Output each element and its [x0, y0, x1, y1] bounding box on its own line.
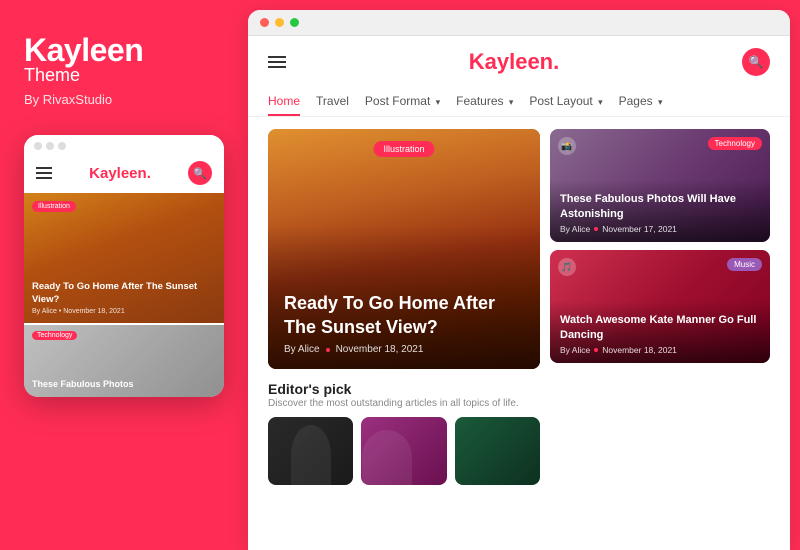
nav-item-post-format[interactable]: Post Format ▾ — [365, 88, 440, 116]
brand-name: Kayleen — [24, 32, 143, 69]
hero-title: Ready To Go Home After The Sunset View? — [284, 292, 524, 339]
editor-card-2-bg — [361, 417, 446, 485]
side-card-1-meta: By Alice November 17, 2021 — [560, 224, 760, 234]
mock-hamburger-icon[interactable] — [36, 167, 52, 179]
mock-window-dots — [24, 135, 224, 157]
right-column: 📸 Technology These Fabulous Photos Will … — [550, 129, 770, 550]
hero-content: Ready To Go Home After The Sunset View? … — [284, 292, 524, 355]
editor-card-2[interactable] — [361, 417, 446, 485]
site-header: Kayleen. 🔍 Home Travel Post Format ▾ Fea… — [248, 36, 790, 117]
site-search-button[interactable]: 🔍 — [742, 48, 770, 76]
site-hamburger-icon[interactable] — [268, 56, 286, 68]
editors-grid — [268, 417, 540, 485]
editor-card-3[interactable] — [455, 417, 540, 485]
editor-card-3-bg — [455, 417, 540, 485]
site-content: Kayleen. 🔍 Home Travel Post Format ▾ Fea… — [248, 36, 790, 550]
browser-dot-maximize[interactable] — [290, 18, 299, 27]
mock-hero-text: Ready To Go Home After The Sunset View? … — [32, 281, 216, 315]
nav-item-features[interactable]: Features ▾ — [456, 88, 513, 116]
brand-by: By RivaxStudio — [24, 92, 112, 107]
mock-dot-1 — [34, 142, 42, 150]
side-card-2-meta: By Alice November 18, 2021 — [560, 345, 760, 355]
browser-toolbar — [248, 10, 790, 36]
content-grid: Illustration Ready To Go Home After The … — [268, 129, 770, 550]
editor-card-1-bg — [268, 417, 353, 485]
hero-badge: Illustration — [373, 141, 434, 157]
mock-card2-title: These Fabulous Photos — [32, 379, 216, 389]
side-card-1-meta-dot — [594, 227, 598, 231]
site-main: Illustration Ready To Go Home After The … — [248, 117, 790, 550]
editors-pick-title: Editor's pick — [268, 381, 540, 397]
mock-card2-badge: Technology — [32, 331, 77, 340]
site-header-top: Kayleen. 🔍 — [268, 36, 770, 88]
mock-dot-3 — [58, 142, 66, 150]
meta-dot — [326, 348, 330, 352]
side-card-1-badge: Technology — [708, 137, 762, 150]
main-left-column: Illustration Ready To Go Home After The … — [268, 129, 540, 550]
mock-search-button[interactable]: 🔍 — [188, 161, 212, 185]
side-card-2-title: Watch Awesome Kate Manner Go Full Dancin… — [560, 313, 760, 342]
hero-article[interactable]: Illustration Ready To Go Home After The … — [268, 129, 540, 369]
mock-hero-badge: Illustration — [32, 201, 76, 212]
editors-section: Editor's pick Discover the most outstand… — [268, 381, 540, 493]
mock-brand-logo: Kayleen. — [89, 165, 151, 182]
editor-card-1[interactable] — [268, 417, 353, 485]
side-card-1-gallery-icon: 📸 — [558, 137, 576, 155]
side-card-1-title: These Fabulous Photos Will Have Astonish… — [560, 192, 760, 221]
site-nav: Home Travel Post Format ▾ Features ▾ Pos… — [268, 88, 770, 116]
nav-item-home[interactable]: Home — [268, 88, 300, 116]
mock-dot-2 — [46, 142, 54, 150]
mock-hero-image: Illustration Ready To Go Home After The … — [24, 193, 224, 323]
nav-item-travel[interactable]: Travel — [316, 88, 349, 116]
side-card-2-meta-dot — [594, 348, 598, 352]
side-card-2-content: Watch Awesome Kate Manner Go Full Dancin… — [560, 313, 760, 355]
mock-card2: Technology These Fabulous Photos — [24, 325, 224, 397]
mock-hero-title: Ready To Go Home After The Sunset View? — [32, 281, 216, 306]
site-logo: Kayleen. — [469, 49, 560, 75]
browser-dot-minimize[interactable] — [275, 18, 284, 27]
brand-theme: Theme — [24, 65, 80, 86]
hero-meta: By Alice November 18, 2021 — [284, 344, 524, 355]
side-card-2-music-icon: 🎵 — [558, 258, 576, 276]
side-card-1-content: These Fabulous Photos Will Have Astonish… — [560, 192, 760, 234]
side-card-2[interactable]: 🎵 Music Watch Awesome Kate Manner Go Ful… — [550, 250, 770, 363]
editors-pick-subtitle: Discover the most outstanding articles i… — [268, 398, 540, 409]
side-card-1[interactable]: 📸 Technology These Fabulous Photos Will … — [550, 129, 770, 242]
nav-item-post-layout[interactable]: Post Layout ▾ — [529, 88, 602, 116]
left-panel: Kayleen Theme By RivaxStudio Kayleen. 🔍 … — [0, 0, 248, 550]
mobile-mockup: Kayleen. 🔍 Illustration Ready To Go Home… — [24, 135, 224, 397]
mock-hero-meta: By Alice • November 18, 2021 — [32, 308, 216, 315]
browser-panel: Kayleen. 🔍 Home Travel Post Format ▾ Fea… — [248, 10, 790, 550]
mock-header: Kayleen. 🔍 — [24, 157, 224, 193]
browser-dot-close[interactable] — [260, 18, 269, 27]
nav-item-pages[interactable]: Pages ▾ — [619, 88, 663, 116]
side-card-2-badge: Music — [727, 258, 762, 271]
